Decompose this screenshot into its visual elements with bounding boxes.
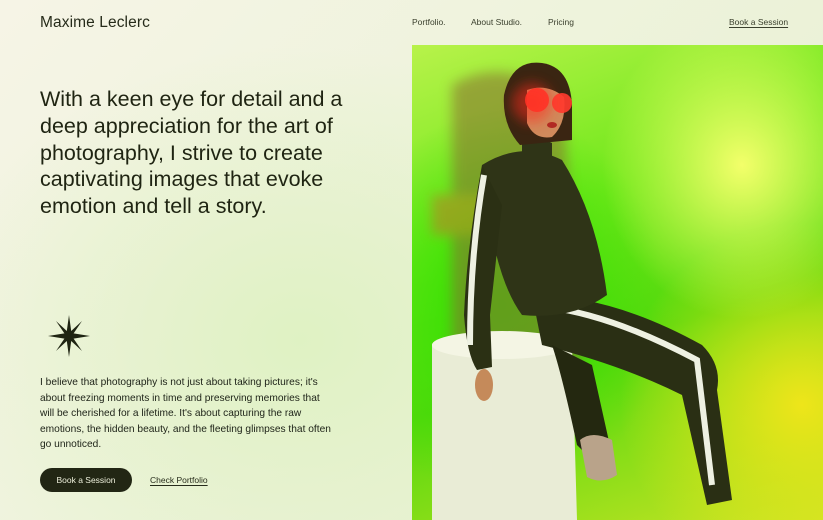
nav-pricing-link[interactable]: Pricing bbox=[548, 17, 574, 27]
nav-about-studio-link[interactable]: About Studio. bbox=[471, 17, 522, 27]
brand-name[interactable]: Maxime Leclerc bbox=[40, 14, 150, 32]
model-illustration bbox=[432, 62, 732, 520]
check-portfolio-link[interactable]: Check Portfolio bbox=[150, 475, 208, 485]
hero-body-text: I believe that photography is not just a… bbox=[40, 377, 331, 450]
hero-photo bbox=[412, 45, 823, 520]
book-session-button[interactable]: Book a Session bbox=[40, 468, 132, 492]
sparkle-star-icon bbox=[48, 315, 90, 357]
hero-headline: With a keen eye for detail and a deep ap… bbox=[40, 87, 343, 219]
nav-book-session-link[interactable]: Book a Session bbox=[729, 17, 788, 27]
nav-portfolio-link[interactable]: Portfolio. bbox=[412, 17, 446, 27]
